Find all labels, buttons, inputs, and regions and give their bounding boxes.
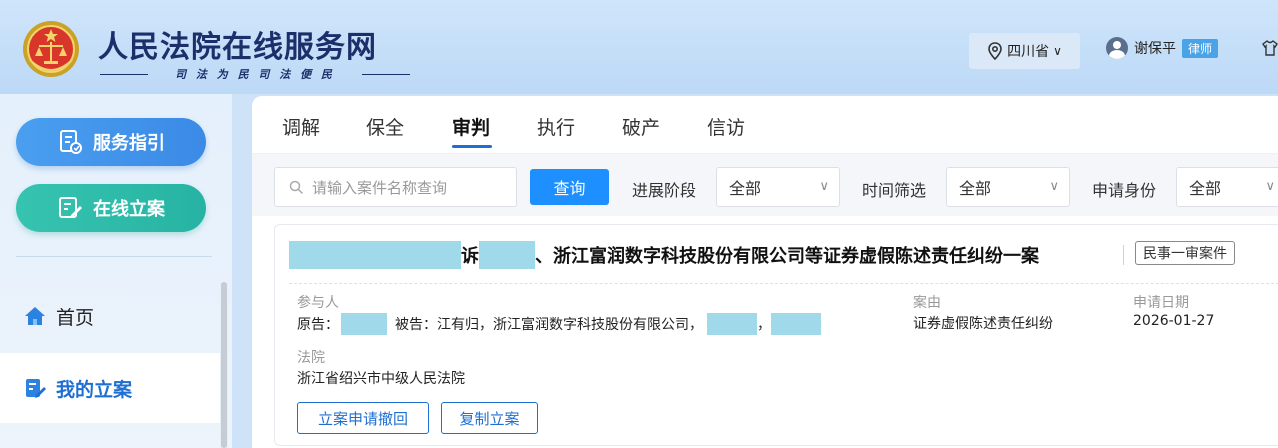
case-type-tag: 民事一审案件	[1135, 241, 1235, 265]
copy-filing-button[interactable]: 复制立案	[441, 402, 538, 434]
site-slogan: 司 法 为 民 司 法 便 民	[100, 66, 410, 82]
tab-execution[interactable]: 执行	[537, 113, 575, 140]
service-guide-button[interactable]: 服务指引	[16, 118, 206, 166]
chevron-down-icon: ∨	[819, 179, 829, 194]
edit-document-icon	[59, 197, 82, 218]
top-header: 人民法院在线服务网 司 法 为 民 司 法 便 民 四川省 ∨ 谢保平 律师	[0, 0, 1278, 94]
redacted-plaintiff-name	[341, 313, 387, 335]
tab-trial[interactable]: 审判	[452, 113, 490, 140]
province-label: 四川省	[1007, 44, 1050, 60]
filing-edit-icon	[26, 379, 46, 398]
defendant-list: 被告：江有归，浙江富润数字科技股份有限公司，	[395, 317, 703, 333]
location-pin-icon	[988, 42, 1002, 60]
tab-bankruptcy[interactable]: 破产	[622, 113, 660, 140]
cause-value: 证券虚假陈述责任纠纷	[913, 316, 1053, 332]
apply-date-value: 2026-01-27	[1133, 313, 1215, 329]
province-selector[interactable]: 四川省 ∨	[969, 33, 1080, 69]
court-value: 浙江省绍兴市中级人民法院	[297, 371, 465, 387]
case-title-part1: 诉	[461, 246, 479, 267]
card-divider	[289, 283, 1278, 284]
comma-separator: ，	[757, 317, 771, 333]
tab-mediation[interactable]: 调解	[282, 113, 320, 140]
role-badge: 律师	[1182, 38, 1219, 58]
home-icon	[25, 307, 45, 325]
avatar	[1106, 37, 1128, 59]
site-title[interactable]: 人民法院在线服务网	[98, 22, 377, 66]
redacted-defendant-name	[707, 313, 757, 335]
case-title-part2: 、浙江富润数字科技股份有限公司等证券虚假陈述责任纠纷一案	[535, 246, 1039, 267]
identity-select-value: 全部	[1189, 179, 1222, 198]
tab-petition[interactable]: 信访	[707, 113, 745, 140]
plaintiff-prefix: 原告：	[297, 317, 339, 333]
online-filing-button[interactable]: 在线立案	[16, 184, 206, 232]
query-button[interactable]: 查询	[530, 169, 609, 205]
withdraw-filing-button[interactable]: 立案申请撤回	[297, 402, 429, 434]
time-select[interactable]: 全部 ∨	[946, 167, 1070, 207]
sidebar-divider	[16, 256, 212, 257]
business-tabs: 调解 保全 审判 执行 破产 信访	[252, 96, 1278, 154]
sidebar-item-label: 首页	[56, 306, 95, 329]
redacted-plaintiff	[289, 241, 461, 269]
filter-bar: 请输入案件名称查询 查询 进展阶段 全部 ∨ 时间筛选 全部 ∨ 申请身份 全部…	[252, 154, 1278, 216]
chevron-down-icon: ∨	[1053, 44, 1062, 58]
chevron-down-icon: ∨	[1049, 179, 1059, 194]
stage-select[interactable]: 全部 ∨	[716, 167, 840, 207]
title-separator	[1123, 245, 1124, 265]
shirt-icon[interactable]	[1262, 40, 1278, 56]
redacted-defendant-name	[771, 313, 821, 335]
user-menu[interactable]: 谢保平 律师	[1106, 37, 1219, 59]
identity-select[interactable]: 全部 ∨	[1176, 167, 1278, 207]
case-search-input[interactable]: 请输入案件名称查询	[274, 167, 517, 207]
online-filing-label: 在线立案	[93, 199, 165, 220]
active-tab-indicator	[452, 145, 492, 148]
apply-date-label: 申请日期	[1133, 295, 1189, 311]
sidebar-scrollbar-thumb[interactable]	[221, 282, 227, 448]
stage-filter-label: 进展阶段	[632, 181, 697, 200]
redacted-defendant	[479, 241, 535, 269]
user-name: 谢保平	[1134, 41, 1176, 57]
cause-label: 案由	[913, 295, 941, 311]
sidebar-item-label: 我的立案	[56, 378, 133, 401]
time-select-value: 全部	[959, 179, 992, 198]
service-guide-label: 服务指引	[93, 133, 165, 154]
sidebar-item-my-filings[interactable]: 我的立案	[0, 353, 222, 423]
search-placeholder: 请输入案件名称查询	[312, 178, 448, 197]
identity-filter-label: 申请身份	[1092, 181, 1157, 200]
participants-label: 参与人	[297, 295, 339, 311]
court-label: 法院	[297, 350, 325, 366]
time-filter-label: 时间筛选	[862, 181, 927, 200]
court-emblem-icon[interactable]	[22, 20, 80, 78]
sidebar-item-home[interactable]: 首页	[0, 281, 222, 351]
guide-document-icon	[60, 130, 82, 154]
tab-preservation[interactable]: 保全	[366, 113, 404, 140]
participants-value: 原告： 被告：江有归，浙江富润数字科技股份有限公司， ，	[297, 313, 821, 335]
chevron-down-icon: ∨	[1265, 179, 1275, 194]
stage-select-value: 全部	[729, 179, 762, 198]
case-title[interactable]: 诉 、浙江富润数字科技股份有限公司等证券虚假陈述责任纠纷一案	[289, 239, 1039, 271]
search-icon	[289, 180, 304, 194]
